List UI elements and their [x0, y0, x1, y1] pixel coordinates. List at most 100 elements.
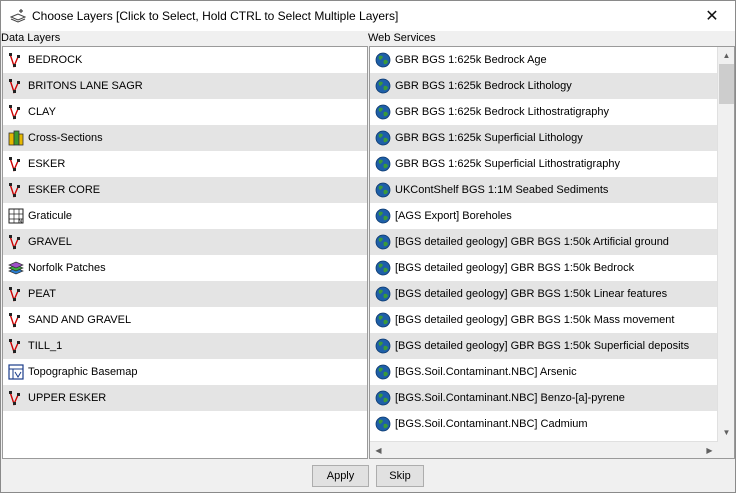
data-layer-row[interactable]: GRAVEL [3, 229, 367, 255]
vector-layer-icon [8, 52, 24, 68]
data-layer-row[interactable]: BRITONS LANE SAGR [3, 73, 367, 99]
data-layer-row-label: CLAY [28, 106, 56, 118]
web-service-row-label: [BGS.Soil.Contaminant.NBC] Cadmium [395, 418, 588, 430]
close-icon: ✕ [705, 8, 719, 25]
web-service-row[interactable]: [BGS detailed geology] GBR BGS 1:50k Art… [370, 229, 718, 255]
window-title: Choose Layers [Click to Select, Hold CTR… [32, 9, 399, 23]
web-service-row-label: UKContShelf BGS 1:1M Seabed Sediments [395, 184, 609, 196]
web-service-row-label: GBR BGS 1:625k Bedrock Lithology [395, 80, 572, 92]
scroll-right-arrow[interactable]: ▶ [701, 442, 718, 459]
data-layer-row-label: GRAVEL [28, 236, 72, 248]
title-bar: Choose Layers [Click to Select, Hold CTR… [1, 1, 735, 31]
vertical-scrollbar[interactable]: ▲ ▼ [717, 47, 734, 458]
data-layer-row[interactable]: N Graticule [3, 203, 367, 229]
globe-icon [375, 260, 391, 276]
web-service-row-label: [BGS detailed geology] GBR BGS 1:50k Mas… [395, 314, 675, 326]
data-layer-row[interactable]: PEAT [3, 281, 367, 307]
data-layer-row[interactable]: Norfolk Patches [3, 255, 367, 281]
web-service-row[interactable]: [BGS detailed geology] GBR BGS 1:50k Lin… [370, 281, 718, 307]
data-layer-row-label: SAND AND GRAVEL [28, 314, 132, 326]
vector-layer-icon [8, 338, 24, 354]
data-layer-row[interactable]: Cross-Sections [3, 125, 367, 151]
vector-layer-icon [8, 182, 24, 198]
web-service-row-label: [BGS detailed geology] GBR BGS 1:50k Bed… [395, 262, 635, 274]
data-layer-row[interactable]: UPPER ESKER [3, 385, 367, 411]
web-service-row[interactable]: GBR BGS 1:625k Bedrock Age [370, 47, 718, 73]
cross-section-icon [8, 130, 24, 146]
globe-icon [375, 234, 391, 250]
vector-layer-icon [8, 312, 24, 328]
data-layer-row[interactable]: ESKER [3, 151, 367, 177]
globe-icon [375, 286, 391, 302]
apply-button[interactable]: Apply [312, 465, 369, 487]
vector-layer-icon [8, 286, 24, 302]
data-layer-row[interactable]: TILL_1 [3, 333, 367, 359]
scroll-up-arrow[interactable]: ▲ [718, 47, 734, 64]
web-service-row[interactable]: [BGS detailed geology] GBR BGS 1:50k Mas… [370, 307, 718, 333]
web-service-row[interactable]: [BGS detailed geology] GBR BGS 1:50k Bed… [370, 255, 718, 281]
scroll-thumb[interactable] [719, 64, 734, 104]
data-layer-row-label: Norfolk Patches [28, 262, 106, 274]
horizontal-scrollbar[interactable]: ◀ ▶ [370, 441, 718, 458]
globe-icon [375, 312, 391, 328]
globe-icon [375, 208, 391, 224]
web-service-row-label: GBR BGS 1:625k Bedrock Lithostratigraphy [395, 106, 609, 118]
web-service-row[interactable]: [BGS.Soil.Contaminant.NBC] Arsenic [370, 359, 718, 385]
scroll-down-arrow[interactable]: ▼ [718, 424, 734, 441]
web-service-row[interactable]: [BGS.Soil.Contaminant.NBC] Benzo-[a]-pyr… [370, 385, 718, 411]
data-layer-row-label: BRITONS LANE SAGR [28, 80, 143, 92]
data-layer-row[interactable]: Topographic Basemap [3, 359, 367, 385]
basemap-icon [8, 364, 24, 380]
globe-icon [375, 104, 391, 120]
globe-icon [375, 338, 391, 354]
web-service-row[interactable]: [AGS Export] Boreholes [370, 203, 718, 229]
globe-icon [375, 52, 391, 68]
globe-icon [375, 156, 391, 172]
graticule-icon: N [8, 208, 24, 225]
web-service-row[interactable]: [BGS detailed geology] GBR BGS 1:50k Sup… [370, 333, 718, 359]
web-service-row[interactable]: UKContShelf BGS 1:1M Seabed Sediments [370, 177, 718, 203]
close-button[interactable]: ✕ [689, 1, 735, 31]
web-service-row-label: GBR BGS 1:625k Superficial Lithology [395, 132, 583, 144]
data-layer-row[interactable]: ESKER CORE [3, 177, 367, 203]
data-layers-header: Data Layers [1, 32, 61, 44]
web-service-row-label: [BGS.Soil.Contaminant.NBC] Benzo-[a]-pyr… [395, 392, 625, 404]
web-services-list[interactable]: GBR BGS 1:625k Bedrock Age GBR BGS 1:625k… [370, 47, 718, 437]
data-layer-row-label: ESKER CORE [28, 184, 101, 196]
web-service-row-label: [BGS detailed geology] GBR BGS 1:50k Lin… [395, 288, 668, 300]
vector-layer-icon [8, 390, 24, 406]
skip-button[interactable]: Skip [376, 465, 424, 487]
data-layer-row-label: Cross-Sections [28, 132, 103, 144]
data-layer-row-label: PEAT [28, 288, 56, 300]
web-service-row-label: [AGS Export] Boreholes [395, 210, 512, 222]
vector-layer-icon [8, 234, 24, 250]
data-layer-row[interactable]: CLAY [3, 99, 367, 125]
data-layer-row-label: Topographic Basemap [28, 366, 138, 378]
web-service-row[interactable]: GBR BGS 1:625k Superficial Lithology [370, 125, 718, 151]
data-layer-row-label: TILL_1 [28, 340, 63, 352]
data-layer-row-label: Graticule [28, 210, 73, 222]
globe-icon [375, 78, 391, 94]
web-service-row-label: [BGS.Soil.Contaminant.NBC] Arsenic [395, 366, 577, 378]
stacked-layers-icon [8, 260, 24, 276]
data-layers-list[interactable]: BEDROCK BRITONS LANE SAGR CLAY Cross-Sectio… [2, 46, 368, 459]
svg-text:N: N [18, 218, 23, 224]
web-service-row[interactable]: GBR BGS 1:625k Superficial Lithostratigr… [370, 151, 718, 177]
web-service-row-label: GBR BGS 1:625k Bedrock Age [395, 54, 547, 66]
web-services-panel: GBR BGS 1:625k Bedrock Age GBR BGS 1:625k… [369, 46, 735, 459]
choose-layers-dialog: Choose Layers [Click to Select, Hold CTR… [0, 0, 736, 493]
web-service-row[interactable]: GBR BGS 1:625k Bedrock Lithostratigraphy [370, 99, 718, 125]
web-services-header: Web Services [368, 32, 436, 44]
vector-layer-icon [8, 156, 24, 172]
scroll-left-arrow[interactable]: ◀ [370, 442, 387, 459]
web-service-row[interactable]: GBR BGS 1:625k Bedrock Lithology [370, 73, 718, 99]
data-layer-row-label: BEDROCK [28, 54, 83, 66]
data-layer-row[interactable]: SAND AND GRAVEL [3, 307, 367, 333]
globe-icon [375, 390, 391, 406]
web-service-row-label: GBR BGS 1:625k Superficial Lithostratigr… [395, 158, 621, 170]
web-service-row[interactable]: [BGS.Soil.Contaminant.NBC] Cadmium [370, 411, 718, 437]
globe-icon [375, 364, 391, 380]
data-layer-row[interactable]: BEDROCK [3, 47, 367, 73]
web-service-row-label: [BGS detailed geology] GBR BGS 1:50k Sup… [395, 340, 690, 352]
vector-layer-icon [8, 78, 24, 94]
